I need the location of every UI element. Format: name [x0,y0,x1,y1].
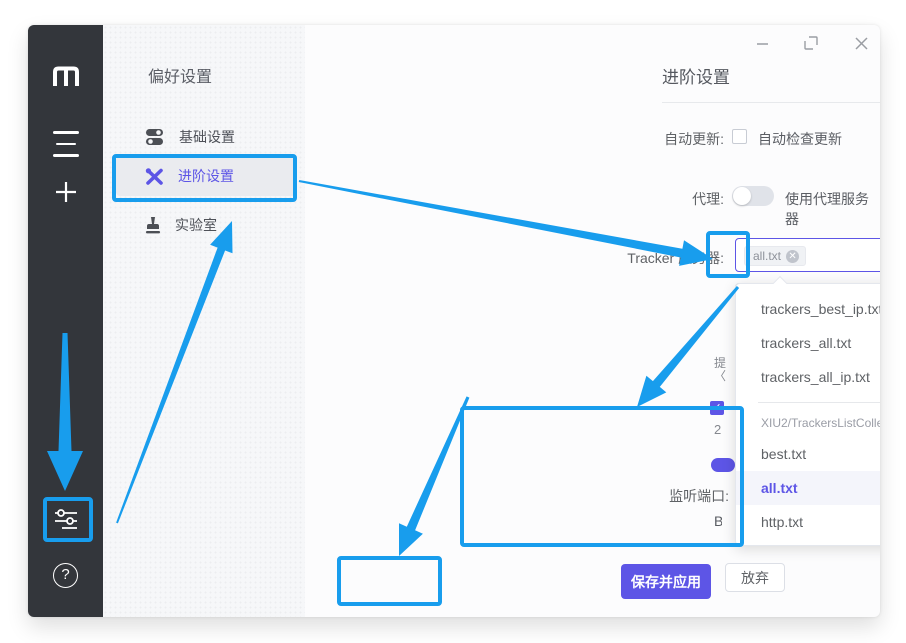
sidebar-item-label: 实验室 [175,215,217,235]
motrix-logo-icon [28,63,103,89]
title-divider [662,102,880,103]
annotation-box-save-button [337,556,442,606]
maximize-button[interactable] [798,30,824,56]
dropdown-notch [773,276,787,290]
proxy-label: 代理: [564,189,724,209]
page-title: 进阶设置 [662,63,730,88]
dropdown-option-selected[interactable]: all.txt [736,471,880,505]
tracker-tag: all.txt ✕ [744,246,806,266]
dropdown-option[interactable]: best.txt [736,437,880,471]
add-task-plus-icon[interactable] [28,179,103,205]
save-apply-button[interactable]: 保存并应用 [621,564,711,599]
dropdown-option[interactable]: trackers_all_ip.txt [736,360,880,394]
annotation-box-caret [706,231,750,278]
app-window: ? 偏好设置 基础设置 进阶设置 实验室 [28,25,880,617]
proxy-toggle-label: 使用代理服务器 [785,189,880,229]
tracker-tag-label: all.txt [753,249,781,263]
preferences-title: 偏好设置 [148,63,212,87]
annotation-box-dropdown-group [460,406,744,547]
auto-update-checkbox[interactable] [732,129,747,144]
sidebar-item-basic-settings[interactable]: 基础设置 [116,119,296,155]
dropdown-option[interactable]: trackers_best_ip.txt [736,292,880,326]
annotation-box-advanced-settings [112,154,297,202]
dropdown-group-divider [758,402,880,403]
sidebar-item-lab[interactable]: 实验室 [116,207,296,243]
toggles-icon [145,128,165,146]
help-icon[interactable]: ? [28,563,103,588]
preferences-sidebar: 偏好设置 基础设置 进阶设置 实验室 [103,25,305,617]
close-button[interactable] [848,30,874,56]
tracker-dropdown: trackers_best_ip.txt trackers_all.txt tr… [735,283,880,546]
dropdown-option[interactable]: http.txt [736,505,880,539]
task-list-menu-icon[interactable] [28,127,103,161]
auto-update-checkbox-label: 自动检查更新 [758,129,842,149]
sidebar-item-label: 基础设置 [179,127,235,147]
tag-close-icon[interactable]: ✕ [786,250,799,263]
annotation-box-settings-icon [43,497,93,542]
tracker-server-select[interactable]: all.txt ✕ [735,238,880,272]
clipped-helper-text-2: 〈 [714,367,732,384]
discard-button[interactable]: 放弃 [725,563,785,592]
tracker-server-label: Tracker 服务器: [564,248,724,268]
minimize-button[interactable] [749,30,775,56]
lab-stamp-icon [145,216,161,234]
auto-update-label: 自动更新: [564,129,724,149]
help-question-glyph: ? [53,563,78,588]
proxy-toggle[interactable] [732,186,774,206]
dropdown-group-label: XIU2/TrackersListCollection [736,409,880,437]
dropdown-option[interactable]: trackers_all.txt [736,326,880,360]
